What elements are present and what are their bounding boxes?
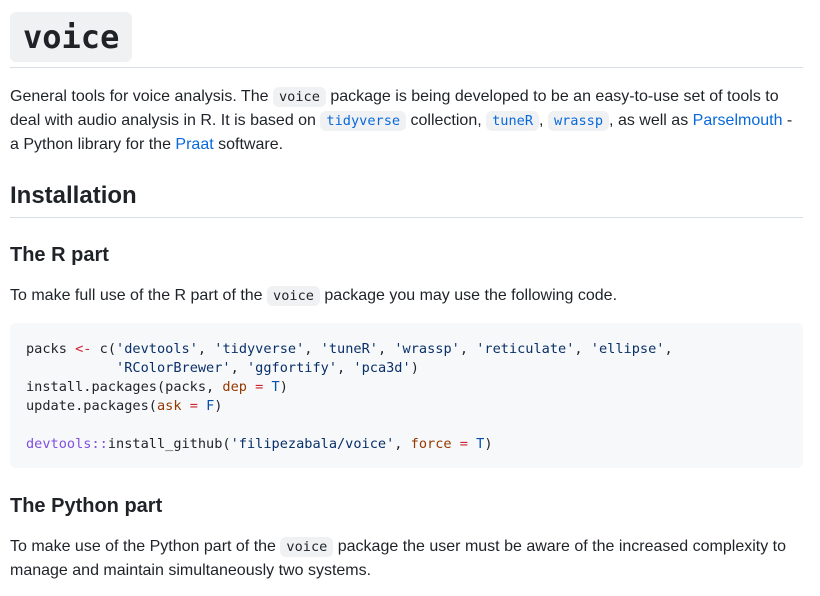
page-title: voice	[10, 12, 133, 62]
python-part-paragraph: To make use of the Python part of the vo…	[10, 535, 805, 583]
intro-text: ,	[539, 112, 548, 129]
intro-text: General tools for voice analysis. The	[10, 88, 273, 105]
installation-divider	[10, 217, 803, 218]
heading-python-part: The Python part	[10, 495, 163, 517]
inline-code-voice: voice	[267, 286, 320, 306]
python-part-text: To make use of the Python part of the	[10, 538, 281, 555]
r-code-block[interactable]: packs <- c('devtools', 'tidyverse', 'tun…	[10, 323, 803, 468]
r-code: packs <- c('devtools', 'tidyverse', 'tun…	[26, 341, 673, 452]
r-part-paragraph: To make full use of the R part of the vo…	[10, 284, 805, 308]
link-tidyverse[interactable]: tidyverse	[320, 111, 407, 131]
inline-code-voice: voice	[272, 87, 326, 107]
link-tuner[interactable]: tuneR	[486, 111, 540, 131]
intro-text: software.	[213, 136, 284, 153]
heading-installation: Installation	[10, 182, 137, 209]
inline-code-voice: voice	[280, 537, 334, 557]
intro-paragraph: General tools for voice analysis. The vo…	[10, 85, 805, 157]
title-divider	[10, 67, 803, 68]
link-parselmouth[interactable]: Parselmouth	[693, 112, 783, 129]
intro-text: , as well as	[609, 112, 693, 129]
r-part-text: package you may use the following code.	[319, 287, 618, 304]
intro-text: collection,	[406, 112, 487, 129]
heading-r-part: The R part	[10, 244, 109, 266]
link-praat[interactable]: Praat	[175, 136, 213, 153]
r-part-text: To make full use of the R part of the	[10, 287, 268, 304]
link-wrassp[interactable]: wrassp	[547, 111, 610, 131]
